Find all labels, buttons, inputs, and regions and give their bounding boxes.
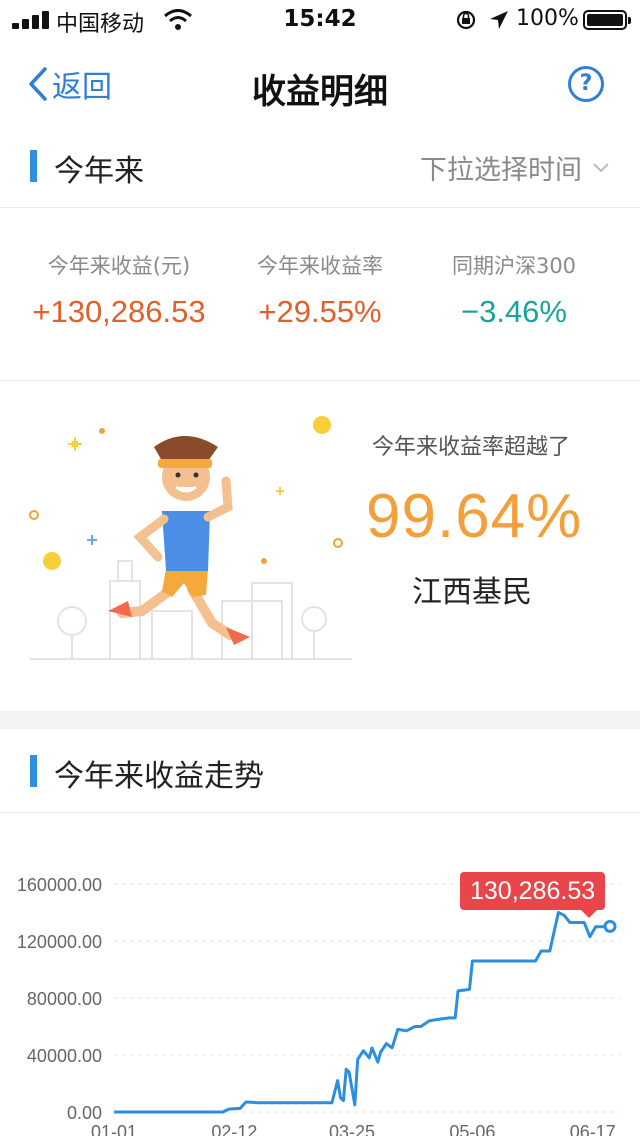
runner-illustration (29, 416, 352, 660)
carrier-label: 中国移动 (56, 12, 145, 37)
y-tick-label: 160000.00 (17, 875, 102, 895)
x-tick-label: 03-25 (329, 1122, 375, 1136)
stat-value: −3.46% (460, 294, 567, 329)
period-dropdown-label: 下拉选择时间 (420, 155, 582, 186)
signal-icon (12, 11, 50, 29)
ranking-caption: 今年来收益率超越了 (372, 435, 571, 460)
back-label: 返回 (52, 70, 112, 105)
y-tick-label: 80000.00 (27, 989, 102, 1009)
stat-label: 今年来收益率 (257, 254, 383, 278)
stat-csi300: 同期沪深300 −3.46% (426, 250, 602, 330)
stat-value: +29.55% (258, 294, 382, 329)
section-gap (0, 711, 640, 729)
trend-title: 今年来收益走势 (54, 759, 264, 794)
section-marker (30, 150, 37, 182)
status-bar: 中国移动 15:42 100% (0, 0, 640, 40)
x-tick-label: 06-17 (570, 1122, 616, 1136)
stat-value: +130,286.53 (32, 294, 206, 329)
trend-chart-svg: 160000.00 120000.00 80000.00 40000.00 0.0001… (17, 875, 620, 1136)
series-line (114, 911, 611, 1114)
ranking-panel: 今年来收益率超越了 99.64% 江西基民 (0, 381, 640, 711)
wifi-icon (164, 9, 192, 30)
chart-tooltip: 130,286.53 (460, 872, 606, 918)
trend-chart[interactable]: 160000.00 120000.00 80000.00 40000.00 0.00 01… (0, 812, 640, 1136)
y-tick-label: 120000.00 (17, 932, 102, 952)
location-icon (490, 11, 508, 29)
ranking-group: 江西基民 (412, 575, 532, 610)
battery-icon (583, 10, 631, 30)
nav-bar: 返回 收益明细 ? (0, 44, 640, 124)
x-tick-label: 05-06 (449, 1122, 495, 1136)
section-marker (30, 755, 37, 787)
x-tick-label: 01-01 (91, 1122, 137, 1136)
stats-panel: 今年来收益(元) +130,286.53 今年来收益率 +29.55% 同期沪深… (0, 210, 640, 380)
period-header: 今年来 下拉选择时间 (0, 124, 640, 208)
chevron-down-icon (593, 162, 609, 172)
stat-ytd-rate: 今年来收益率 +29.55% (228, 250, 412, 330)
ranking-percent: 99.64% (366, 482, 583, 551)
x-tick-label: 02-12 (211, 1122, 257, 1136)
trend-header: 今年来收益走势 (0, 729, 640, 813)
y-tick-label: 0.00 (67, 1103, 102, 1123)
battery-percent: 100% (516, 6, 579, 31)
period-title: 今年来 (54, 154, 144, 189)
chevron-left-icon (29, 67, 47, 101)
stat-ytd-profit: 今年来收益(元) +130,286.53 (14, 250, 224, 330)
series-end-point (603, 919, 617, 933)
back-button[interactable]: 返回 (28, 62, 112, 106)
period-dropdown[interactable]: 下拉选择时间 (420, 148, 610, 187)
rotation-lock-icon (456, 10, 476, 30)
help-icon[interactable]: ? (568, 66, 604, 102)
stat-label: 今年来收益(元) (47, 254, 191, 278)
stat-label: 同期沪深300 (451, 254, 577, 278)
y-tick-label: 40000.00 (27, 1046, 102, 1066)
